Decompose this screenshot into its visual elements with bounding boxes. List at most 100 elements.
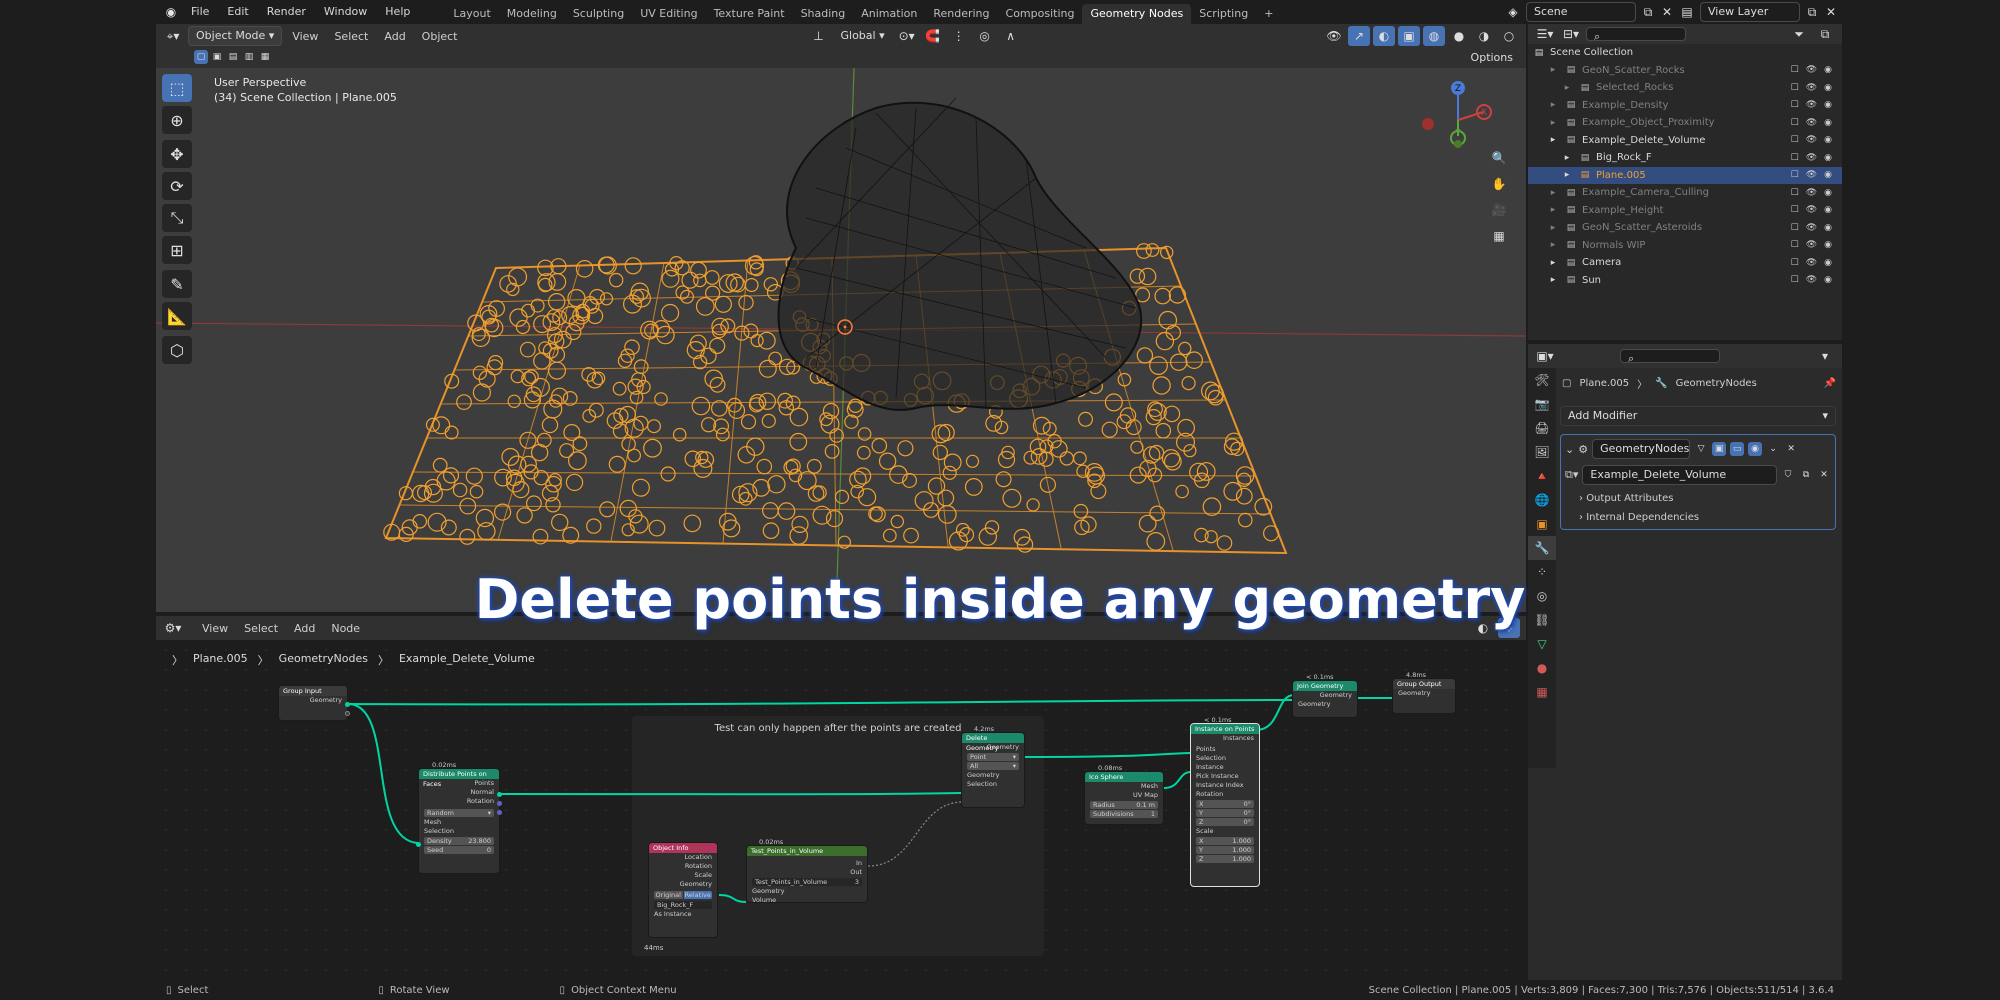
eye-icon[interactable]: 👁 bbox=[1806, 258, 1817, 268]
node-menu-node[interactable]: Node bbox=[325, 622, 366, 635]
eye-icon[interactable]: 👁 bbox=[1806, 240, 1817, 250]
transform-tool-icon[interactable]: ⊞ bbox=[162, 236, 192, 264]
node-group-output[interactable]: Group Output Geometry bbox=[1392, 678, 1456, 714]
filter-icon[interactable]: ⏷ bbox=[1788, 24, 1810, 44]
select-mode-subtract-icon[interactable]: ▤ bbox=[226, 50, 240, 64]
scale-z-field[interactable]: Z 1.000 bbox=[1196, 855, 1254, 863]
view-layer-icon[interactable]: ▤ bbox=[1678, 2, 1696, 22]
expand-arrow-icon[interactable]: ▸ bbox=[1546, 205, 1560, 215]
node-instance-on-points[interactable]: Instance on Points Instances Points Sele… bbox=[1190, 723, 1260, 887]
node-object-info[interactable]: Object Info Location Rotation Scale Geom… bbox=[648, 842, 718, 938]
render-tab-icon[interactable]: 📷 bbox=[1528, 392, 1556, 416]
expand-arrow-icon[interactable]: ▸ bbox=[1546, 240, 1560, 250]
socket[interactable] bbox=[497, 801, 502, 806]
menu-render[interactable]: Render bbox=[258, 0, 315, 24]
node-menu-select[interactable]: Select bbox=[238, 622, 284, 635]
radius-field[interactable]: Radius 0.1 m bbox=[1090, 801, 1158, 809]
checkbox-icon[interactable]: ☐ bbox=[1791, 205, 1799, 215]
eye-icon[interactable]: 👁 bbox=[1806, 188, 1817, 198]
seed-field[interactable]: Seed 0 bbox=[424, 846, 494, 854]
checkbox-icon[interactable]: ☐ bbox=[1791, 135, 1799, 145]
select-box-tool-icon[interactable]: ⬚ bbox=[162, 74, 192, 102]
domain-dropdown[interactable]: Point ▾ bbox=[967, 753, 1019, 761]
world-tab-icon[interactable]: 🌐 bbox=[1528, 488, 1556, 512]
viewport-menu-add[interactable]: Add bbox=[378, 30, 411, 43]
expand-arrow-icon[interactable]: ▸ bbox=[1546, 188, 1560, 198]
camera-icon[interactable]: ◉ bbox=[1824, 170, 1832, 180]
checkbox-icon[interactable]: ☐ bbox=[1791, 240, 1799, 250]
pin-icon[interactable]: 📌 bbox=[1824, 378, 1836, 389]
camera-icon[interactable]: ◉ bbox=[1824, 135, 1832, 145]
scene-icon[interactable]: ◈ bbox=[1504, 2, 1522, 22]
eye-icon[interactable]: 👁 bbox=[1806, 153, 1817, 163]
scene-selector[interactable]: Scene bbox=[1526, 2, 1636, 22]
modifier-menu-icon[interactable]: ⌄ bbox=[1766, 442, 1780, 456]
camera-icon[interactable]: ◉ bbox=[1824, 240, 1832, 250]
socket[interactable] bbox=[345, 711, 350, 716]
new-view-layer-icon[interactable]: ⧉ bbox=[1804, 2, 1820, 22]
options-button[interactable]: Options bbox=[1463, 49, 1520, 67]
material-tab-icon[interactable]: ● bbox=[1528, 656, 1556, 680]
add-workspace-button[interactable]: + bbox=[1256, 4, 1281, 24]
viewport-menu-select[interactable]: Select bbox=[328, 30, 374, 43]
overlay-icon[interactable]: ◐ bbox=[1373, 26, 1395, 46]
delete-scene-icon[interactable]: ✕ bbox=[1660, 2, 1674, 22]
outliner-item[interactable]: ▸ ▤ Example_Object_Proximity ☐ 👁 ◉ bbox=[1528, 114, 1842, 132]
eye-icon[interactable]: 👁 bbox=[1806, 170, 1817, 180]
output-tab-icon[interactable]: 🖨 bbox=[1528, 416, 1556, 440]
socket[interactable] bbox=[497, 792, 502, 797]
tab-geometry-nodes[interactable]: Geometry Nodes bbox=[1082, 4, 1192, 24]
checkbox-icon[interactable]: ☐ bbox=[1791, 275, 1799, 285]
modifier-name-input[interactable]: GeometryNodes bbox=[1592, 439, 1691, 459]
expand-arrow-icon[interactable]: ▸ bbox=[1560, 170, 1574, 180]
checkbox-icon[interactable]: ☐ bbox=[1791, 188, 1799, 198]
node-menu-add[interactable]: Add bbox=[288, 622, 321, 635]
expand-arrow-icon[interactable]: ▸ bbox=[1546, 275, 1560, 285]
unlink-icon[interactable]: ✕ bbox=[1817, 468, 1831, 482]
eye-icon[interactable]: 👁 bbox=[1806, 65, 1817, 75]
tab-compositing[interactable]: Compositing bbox=[998, 4, 1083, 24]
socket[interactable] bbox=[345, 702, 350, 707]
navigation-gizmo[interactable]: Z X Y bbox=[1418, 80, 1498, 160]
scale-y-field[interactable]: Y 1.000 bbox=[1196, 846, 1254, 854]
outliner-item[interactable]: ▸ ▤ Camera ☐ 👁 ◉ bbox=[1528, 254, 1842, 272]
properties-search-input[interactable]: ⌕ bbox=[1620, 349, 1720, 365]
scale-x-field[interactable]: X 1.000 bbox=[1196, 837, 1254, 845]
gizmo-icon[interactable]: ↗ bbox=[1348, 26, 1370, 46]
relative-option[interactable]: Relative bbox=[683, 891, 712, 899]
expand-arrow-icon[interactable]: ▸ bbox=[1546, 223, 1560, 233]
checkbox-icon[interactable]: ☐ bbox=[1791, 83, 1799, 93]
on-cage-icon[interactable]: ▣ bbox=[1712, 442, 1727, 456]
mode-selector[interactable]: Object Mode ▾ bbox=[188, 26, 283, 46]
checkbox-icon[interactable]: ☐ bbox=[1791, 223, 1799, 233]
eye-icon[interactable]: 👁 bbox=[1806, 275, 1817, 285]
cursor-tool-icon[interactable]: ⊕ bbox=[162, 106, 192, 134]
remove-modifier-icon[interactable]: ✕ bbox=[1784, 442, 1798, 456]
view-layer-tab-icon[interactable]: 🖼 bbox=[1528, 440, 1556, 464]
new-scene-icon[interactable]: ⧉ bbox=[1640, 2, 1656, 22]
pivot-icon[interactable]: ⊙▾ bbox=[896, 26, 918, 46]
proportional-edit-icon[interactable]: ◎ bbox=[974, 26, 996, 46]
camera-icon[interactable]: ◉ bbox=[1824, 223, 1832, 233]
outliner-item[interactable]: ▸ ▤ GeoN_Scatter_Asteroids ☐ 👁 ◉ bbox=[1528, 219, 1842, 237]
outliner-item[interactable]: ▸ ▤ Sun ☐ 👁 ◉ bbox=[1528, 272, 1842, 290]
ortho-grid-icon[interactable]: ▦ bbox=[1488, 226, 1510, 246]
fake-user-shield-icon[interactable]: ⛉ bbox=[1781, 468, 1795, 482]
outliner-item[interactable]: ▸ ▤ Plane.005 ☐ 👁 ◉ bbox=[1528, 166, 1842, 184]
menu-file[interactable]: File bbox=[182, 0, 218, 24]
tab-layout[interactable]: Layout bbox=[445, 4, 498, 24]
tab-rendering[interactable]: Rendering bbox=[925, 4, 997, 24]
outliner-item[interactable]: ▸ ▤ Example_Density ☐ 👁 ◉ bbox=[1528, 97, 1842, 115]
rendered-shading-icon[interactable]: ○ bbox=[1498, 26, 1520, 46]
duplicate-icon[interactable]: ⧉ bbox=[1799, 468, 1813, 482]
node-editor-type-icon[interactable]: ⚙▾ bbox=[162, 618, 184, 638]
socket[interactable] bbox=[416, 842, 421, 847]
solid-shading-icon[interactable]: ● bbox=[1448, 26, 1470, 46]
viewport-menu-view[interactable]: View bbox=[286, 30, 324, 43]
tab-shading[interactable]: Shading bbox=[793, 4, 854, 24]
node-group-selector[interactable]: Example_Delete_Volume bbox=[1582, 465, 1777, 485]
checkbox-icon[interactable]: ☐ bbox=[1791, 100, 1799, 110]
snap-target-icon[interactable]: ⋮ bbox=[948, 26, 970, 46]
expand-arrow-icon[interactable]: ▸ bbox=[1546, 118, 1560, 128]
camera-icon[interactable]: ◉ bbox=[1824, 275, 1832, 285]
